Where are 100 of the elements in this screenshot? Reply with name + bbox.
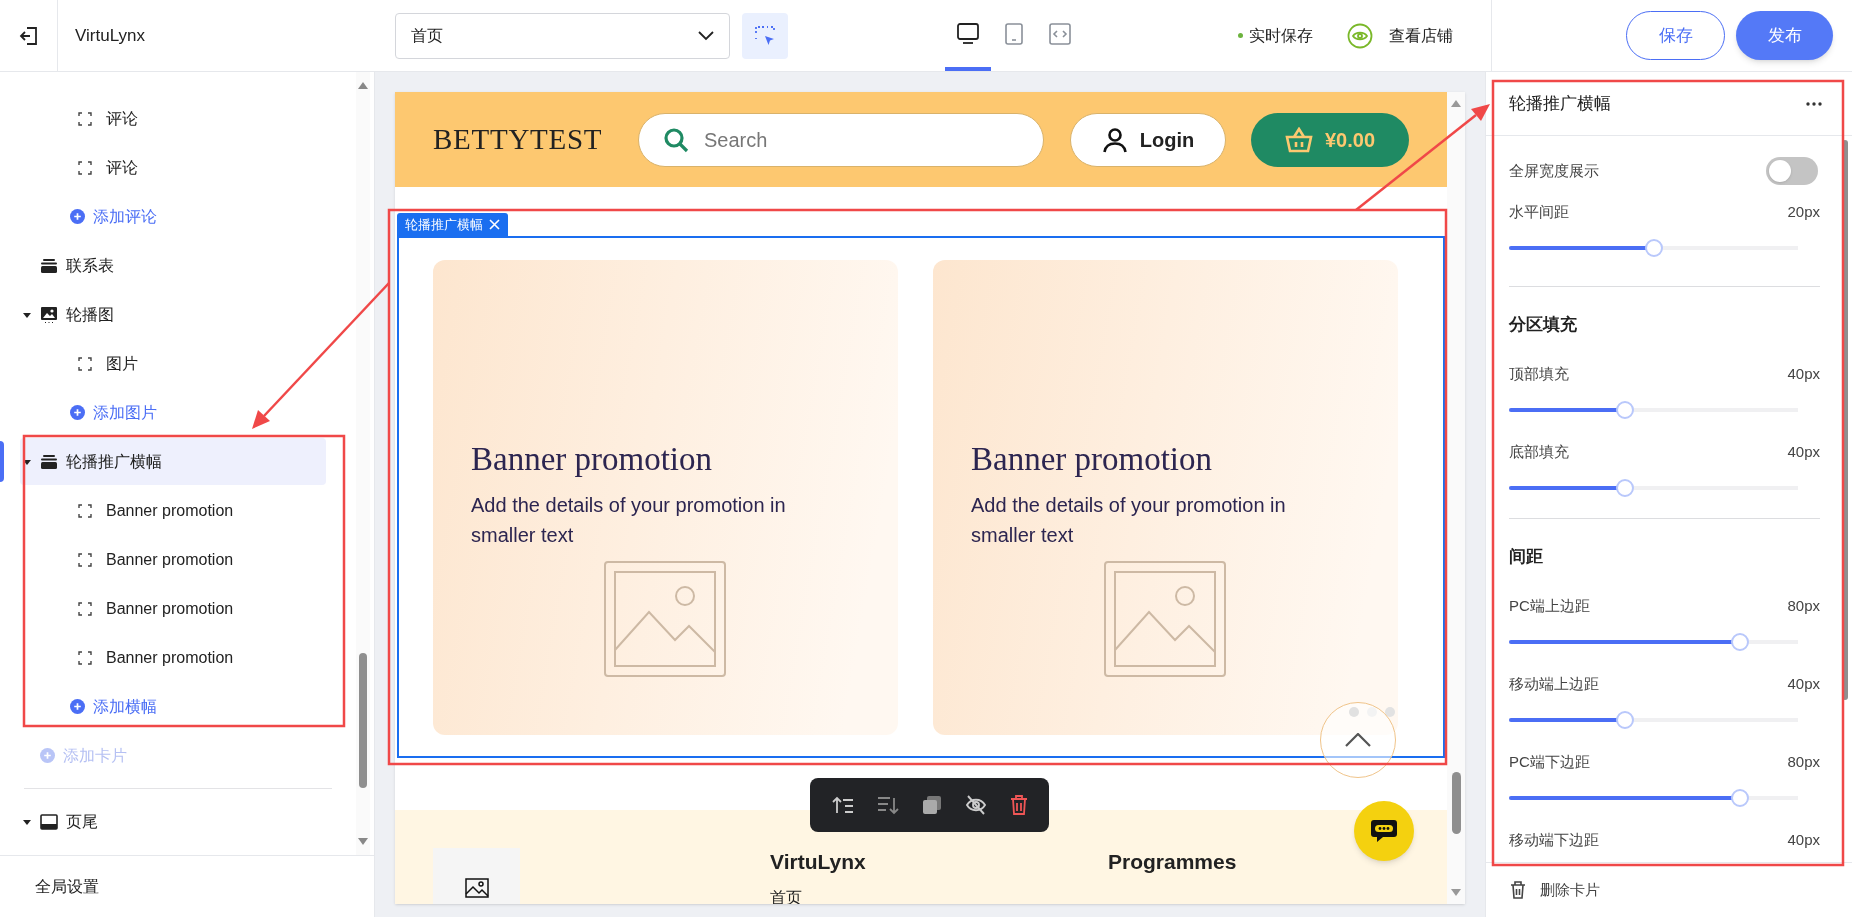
scroll-thumb[interactable] bbox=[1451, 772, 1461, 834]
scroll-up-icon[interactable] bbox=[358, 82, 368, 89]
setting-value: 20px bbox=[1787, 201, 1820, 222]
outline-section-row[interactable]: 轮播推广横幅 bbox=[20, 438, 326, 485]
banner-title: Banner promotion bbox=[471, 440, 714, 479]
select-mode-button[interactable] bbox=[742, 12, 788, 59]
slider-thumb[interactable] bbox=[1731, 789, 1750, 807]
login-button[interactable]: Login bbox=[1070, 112, 1226, 167]
add-item-link[interactable]: 添加横幅 bbox=[0, 682, 356, 731]
desktop-icon bbox=[956, 21, 980, 46]
scroll-thumb[interactable] bbox=[1842, 140, 1848, 700]
slider-thumb[interactable] bbox=[1644, 239, 1663, 257]
toggle-switch[interactable] bbox=[1766, 157, 1818, 185]
section-label: 轮播图 bbox=[66, 304, 114, 325]
plus-circle-icon bbox=[70, 699, 85, 714]
trash-icon[interactable] bbox=[1510, 881, 1526, 899]
move-down-icon[interactable] bbox=[876, 795, 899, 815]
outline-item[interactable]: Banner promotion bbox=[0, 486, 356, 535]
footer-heading: VirtuLynx bbox=[770, 849, 867, 875]
setting-value: 80px bbox=[1787, 751, 1820, 772]
move-up-icon[interactable] bbox=[831, 795, 854, 815]
setting-label: 全屏宽度展示 bbox=[1509, 160, 1599, 181]
page-select[interactable]: 首页 bbox=[395, 12, 730, 59]
setting-label: 移动端下边距 bbox=[1509, 829, 1599, 850]
global-settings-link[interactable]: 全局设置 bbox=[35, 874, 99, 899]
duplicate-icon[interactable] bbox=[921, 795, 942, 815]
slider-thumb[interactable] bbox=[1615, 479, 1634, 497]
section-label: 轮播推广横幅 bbox=[66, 451, 162, 472]
scroll-up-icon[interactable] bbox=[1451, 100, 1461, 107]
scroll-thumb[interactable] bbox=[359, 653, 367, 788]
selected-section[interactable]: Banner promotion Add the details of your promotion in smaller text Banner promotion Add the details of your promotion in smaller text bbox=[397, 236, 1445, 758]
eye-off-icon[interactable] bbox=[964, 795, 987, 815]
publish-button[interactable]: 发布 bbox=[1736, 11, 1833, 60]
banner-card[interactable]: Banner promotion Add the details of your promotion in smaller text bbox=[933, 260, 1398, 735]
delete-card-link[interactable]: 删除卡片 bbox=[1540, 878, 1600, 902]
search-icon bbox=[663, 126, 689, 153]
chat-bubble-icon bbox=[1370, 818, 1398, 844]
section-label: 页尾 bbox=[66, 811, 98, 832]
scroll-down-icon[interactable] bbox=[358, 838, 368, 845]
cursor-select-icon bbox=[754, 24, 776, 47]
outline-section-row[interactable]: 轮播图 bbox=[20, 291, 326, 338]
search-input[interactable]: Search bbox=[704, 124, 1043, 155]
basket-icon bbox=[1284, 126, 1313, 153]
chevron-down-icon bbox=[698, 30, 714, 41]
image-placeholder-icon bbox=[603, 560, 727, 678]
eye-icon[interactable] bbox=[1347, 22, 1373, 49]
section-tag-label: 轮播推广横幅 bbox=[405, 215, 483, 234]
banner-card[interactable]: Banner promotion Add the details of your promotion in smaller text bbox=[433, 260, 898, 735]
section-tag[interactable]: 轮播推广横幅 bbox=[397, 213, 508, 236]
setting-label: 底部填充 bbox=[1509, 441, 1569, 462]
store-logo: BETTYTEST bbox=[433, 121, 604, 157]
outline-section-row[interactable]: 页尾 bbox=[20, 798, 326, 845]
setting-label: PC端下边距 bbox=[1509, 751, 1590, 772]
scrollbar[interactable] bbox=[1447, 92, 1465, 904]
banner-text: Add the details of your promotion in smaller text bbox=[471, 492, 787, 548]
group-heading: 分区填充 bbox=[1509, 314, 1578, 336]
outline-item[interactable]: Banner promotion bbox=[0, 535, 356, 584]
tray-stack-icon bbox=[40, 453, 58, 470]
slider-thumb[interactable] bbox=[1615, 711, 1634, 729]
plus-circle-icon bbox=[40, 748, 55, 763]
trash-icon[interactable] bbox=[1009, 795, 1028, 815]
banner-title: Banner promotion bbox=[971, 440, 1214, 479]
group-heading: 间距 bbox=[1509, 546, 1544, 568]
image-placeholder-icon bbox=[1103, 560, 1227, 678]
footer-layout-icon bbox=[40, 813, 58, 830]
scrollbar[interactable] bbox=[356, 72, 370, 855]
setting-value: 40px bbox=[1787, 441, 1820, 462]
exit-icon[interactable] bbox=[17, 24, 40, 47]
more-options-icon[interactable] bbox=[1806, 101, 1822, 106]
setting-label: 顶部填充 bbox=[1509, 363, 1569, 384]
outline-section-row[interactable]: 联系表 bbox=[20, 242, 326, 289]
setting-value: 40px bbox=[1787, 673, 1820, 694]
tablet-icon bbox=[1004, 21, 1024, 46]
outline-item[interactable]: Banner promotion bbox=[0, 584, 356, 633]
chevron-up-icon bbox=[1345, 733, 1371, 747]
add-item-link[interactable]: 添加评论 bbox=[0, 192, 356, 241]
panel-title: 轮播推广横幅 bbox=[1509, 92, 1611, 115]
search-field[interactable]: Search bbox=[638, 112, 1044, 167]
section-label: 联系表 bbox=[66, 255, 114, 276]
autosave-status: 实时保存 bbox=[1249, 25, 1313, 46]
outline-item[interactable]: 图片 bbox=[0, 339, 356, 388]
footer-heading: Programmes bbox=[1108, 849, 1237, 875]
setting-label: 水平间距 bbox=[1509, 201, 1569, 222]
resize-horizontal-icon bbox=[1048, 21, 1072, 46]
outline-item[interactable]: 评论 bbox=[0, 94, 356, 143]
setting-value: 80px bbox=[1787, 595, 1820, 616]
view-store-link[interactable]: 查看店铺 bbox=[1389, 23, 1453, 48]
slider-thumb[interactable] bbox=[1615, 401, 1634, 419]
scroll-down-icon[interactable] bbox=[1451, 889, 1461, 896]
plus-circle-icon bbox=[70, 405, 85, 420]
setting-value: 40px bbox=[1787, 363, 1820, 384]
setting-value: 40px bbox=[1787, 829, 1820, 850]
plus-circle-icon bbox=[70, 209, 85, 224]
banner-text: Add the details of your promotion in smaller text bbox=[971, 492, 1287, 548]
close-icon[interactable] bbox=[489, 219, 500, 230]
tray-stack-icon bbox=[40, 257, 58, 274]
outline-item[interactable]: Banner promotion bbox=[0, 633, 356, 682]
image-icon bbox=[464, 878, 489, 898]
outline-item[interactable]: 评论 bbox=[0, 143, 356, 192]
slider-thumb[interactable] bbox=[1731, 633, 1750, 651]
